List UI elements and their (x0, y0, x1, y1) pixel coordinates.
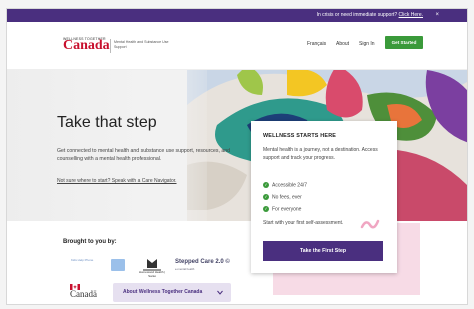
feature-label: For everyone (272, 206, 302, 213)
partner-homewood-name: Homewood Health | Santé (138, 270, 166, 278)
take-first-step-button[interactable]: Take the First Step (263, 241, 383, 261)
close-icon[interactable]: × (435, 11, 439, 19)
browser-frame: In crisis or need immediate support? Cli… (0, 0, 474, 309)
card-title: WELLNESS STARTS HERE (263, 133, 337, 139)
chevron-down-icon (217, 290, 223, 295)
crisis-banner: In crisis or need immediate support? Cli… (7, 9, 467, 22)
crisis-link[interactable]: Click Here. (399, 12, 423, 18)
nav-language[interactable]: Français (307, 41, 326, 47)
site-logo[interactable]: Canada (63, 39, 110, 53)
crisis-text[interactable]: In crisis or need immediate support? Cli… (317, 12, 423, 18)
logo-tagline: Mental Health and Substance Use Support (114, 40, 169, 49)
logo-divider (110, 39, 111, 53)
feature-label: No fees, ever (272, 194, 302, 201)
squiggle-decoration-icon (360, 219, 380, 229)
nav-about[interactable]: About (336, 41, 349, 47)
crisis-message: In crisis or need immediate support? (316, 12, 398, 18)
hero-description: Get connected to mental health and subst… (57, 148, 231, 162)
web-page: In crisis or need immediate support? Cli… (6, 8, 468, 305)
feature-item: ✓ No fees, ever (263, 194, 302, 200)
about-button-label: About Wellness Together Canada (123, 289, 203, 295)
nav-sign-in[interactable]: Sign In (359, 41, 375, 47)
feature-item: ✓ Accessible 24/7 (263, 182, 307, 188)
partner-stepped-care-sub: e-mental health (175, 267, 195, 271)
government-of-canada-wordmark: Canadä (70, 289, 97, 299)
about-dropdown-button[interactable]: About Wellness Together Canada (113, 283, 231, 302)
hero-text-backdrop (7, 70, 207, 221)
check-icon: ✓ (263, 182, 269, 188)
check-icon: ✓ (263, 194, 269, 200)
get-started-button[interactable]: Get Started (385, 36, 423, 49)
hero-title: Take that step (57, 114, 157, 131)
wellness-card: WELLNESS STARTS HERE Mental health is a … (251, 121, 397, 273)
card-description: Mental health is a journey, not a destin… (263, 147, 378, 161)
partner-stepped-care-logo[interactable]: Stepped Care 2.0 © (175, 259, 230, 265)
care-navigator-link[interactable]: Not sure where to start? Speak with a Ca… (57, 178, 177, 184)
partner-kids-help-phone-logo[interactable]: Kids Help Phone (71, 258, 107, 262)
check-icon: ✓ (263, 206, 269, 212)
feature-item: ✓ For everyone (263, 206, 301, 212)
feature-label: Accessible 24/7 (272, 182, 308, 189)
partners-heading: Brought to you by: (63, 239, 117, 245)
hero-section: Take that step Get connected to mental h… (7, 70, 467, 221)
card-note: Start with your first self-assessment. (263, 220, 344, 226)
kids-help-phone-icon (111, 259, 125, 271)
